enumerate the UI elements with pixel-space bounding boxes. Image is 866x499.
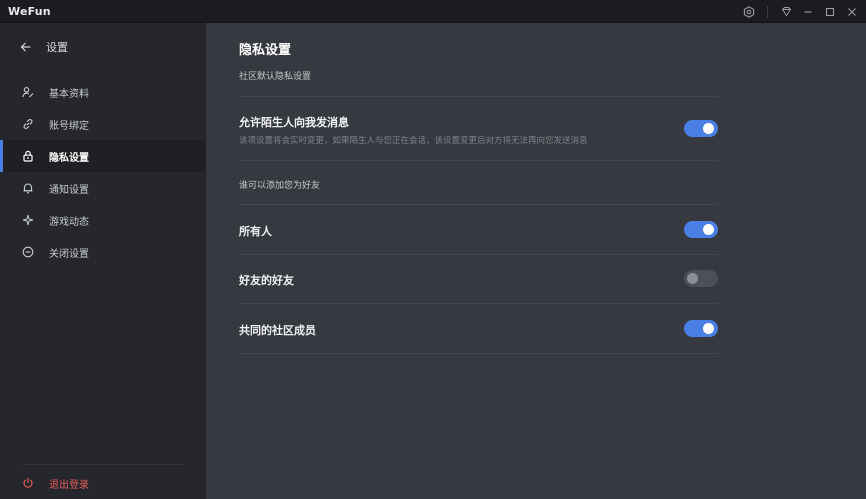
settings-hex-icon[interactable]	[741, 4, 757, 20]
option-community-members-toggle[interactable]	[684, 320, 718, 337]
close-icon[interactable]	[844, 4, 860, 20]
back-button[interactable]: 设置	[20, 39, 68, 55]
stranger-message-desc: 该项设置将会实时变更，如果陌生人与您正在会话，该设置变更后对方将无法再向您发送消…	[239, 136, 588, 146]
close-circle-icon	[22, 246, 34, 258]
add-friend-section-label: 谁可以添加您为好友	[239, 181, 321, 191]
toggle-knob	[703, 224, 714, 235]
sidebar-divider	[22, 464, 184, 465]
stranger-message-title: 允许陌生人向我发消息	[239, 116, 349, 129]
toggle-knob	[703, 323, 714, 334]
toggle-knob	[687, 273, 698, 284]
window-controls	[741, 0, 860, 23]
main-content: 隐私设置 社区默认隐私设置 允许陌生人向我发消息 该项设置将会实时变更，如果陌生…	[206, 23, 866, 499]
sidebar-item-profile[interactable]: 基本资料	[0, 76, 206, 108]
title-separator	[767, 5, 768, 18]
link-icon	[22, 118, 34, 130]
person-edit-icon	[22, 86, 34, 98]
lock-icon	[22, 150, 34, 162]
logout-label: 退出登录	[49, 479, 89, 491]
divider	[239, 204, 718, 205]
sidebar-nav: 基本资料 账号绑定 隐私设置 通知设置 游戏动态 关闭设置	[0, 76, 206, 268]
toggle-knob	[703, 123, 714, 134]
sidebar-item-privacy[interactable]: 隐私设置	[0, 140, 206, 172]
sidebar-item-label: 关闭设置	[49, 248, 89, 260]
arrow-left-icon	[20, 41, 32, 53]
bell-icon	[22, 182, 34, 194]
sidebar-item-account-binding[interactable]: 账号绑定	[0, 108, 206, 140]
option-everyone-label: 所有人	[239, 225, 272, 238]
app-title: WeFun	[8, 5, 51, 18]
sidebar-item-label: 通知设置	[49, 184, 89, 196]
power-icon	[22, 477, 34, 489]
option-community-members-label: 共同的社区成员	[239, 324, 316, 337]
back-label: 设置	[46, 41, 68, 54]
sidebar: 设置 基本资料 账号绑定 隐私设置 通知设置 游戏动态 关闭设置 退出登录	[0, 23, 206, 499]
divider	[239, 96, 718, 97]
sidebar-item-label: 账号绑定	[49, 120, 89, 132]
sidebar-item-game-activity[interactable]: 游戏动态	[0, 204, 206, 236]
option-friends-of-friends-toggle[interactable]	[684, 270, 718, 287]
title-bar: WeFun	[0, 0, 866, 23]
maximize-icon[interactable]	[822, 4, 838, 20]
page-title: 隐私设置	[239, 43, 292, 58]
sidebar-item-label: 游戏动态	[49, 216, 89, 228]
sidebar-item-notifications[interactable]: 通知设置	[0, 172, 206, 204]
sidebar-item-label: 隐私设置	[49, 152, 89, 164]
divider	[239, 303, 718, 304]
divider	[239, 160, 718, 161]
divider	[239, 353, 718, 354]
logout-button[interactable]: 退出登录	[22, 475, 89, 491]
minimize-icon[interactable]	[800, 4, 816, 20]
section-subtitle: 社区默认隐私设置	[239, 72, 312, 82]
divider	[239, 254, 718, 255]
sidebar-item-label: 基本资料	[49, 88, 89, 100]
sparkle-icon	[22, 214, 34, 226]
option-friends-of-friends-label: 好友的好友	[239, 274, 294, 287]
stranger-message-toggle[interactable]	[684, 120, 718, 137]
diamond-icon[interactable]	[778, 4, 794, 20]
sidebar-item-close-settings[interactable]: 关闭设置	[0, 236, 206, 268]
option-everyone-toggle[interactable]	[684, 221, 718, 238]
